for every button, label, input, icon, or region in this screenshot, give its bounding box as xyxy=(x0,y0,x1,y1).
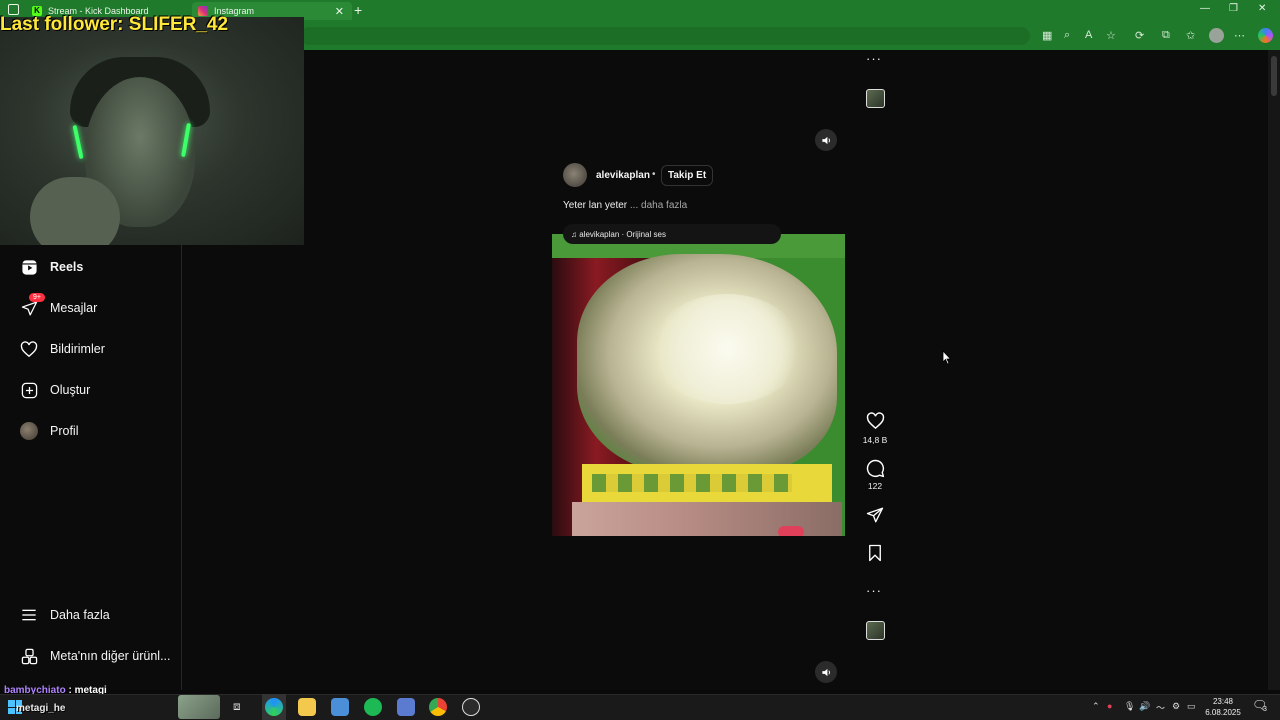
sidebar-item-more[interactable]: Daha fazla xyxy=(20,606,110,624)
refresh-icon[interactable]: ⟳ xyxy=(1135,29,1144,42)
menu-icon xyxy=(20,606,38,624)
zoom-icon[interactable]: ⌕ xyxy=(1064,29,1070,42)
network-icon[interactable]: 〜 xyxy=(1156,701,1165,714)
create-icon xyxy=(20,381,38,399)
caption-more-link[interactable]: ... daha fazla xyxy=(630,200,687,211)
sidebar-item-label: Bildirimler xyxy=(50,342,105,356)
sidebar-item-messages[interactable]: 9+ Mesajlar xyxy=(20,293,98,317)
music-note-icon: ♫ xyxy=(571,230,577,239)
caption-text: Yeter lan yeter xyxy=(563,200,628,211)
display-app-icon[interactable] xyxy=(331,698,349,716)
webcam-hand xyxy=(30,177,120,245)
favorites-icon[interactable]: ✩ xyxy=(1186,29,1195,42)
profile-avatar[interactable] xyxy=(1209,28,1224,43)
address-bar[interactable] xyxy=(300,27,1030,45)
notification-center-button[interactable]: 🗨 3 xyxy=(1252,698,1270,716)
profile-avatar xyxy=(20,422,38,440)
sidebar-item-label: Daha fazla xyxy=(50,608,110,622)
more-options-icon[interactable]: ⋯ xyxy=(1234,29,1245,42)
extensions-icon[interactable]: ⧉ xyxy=(1162,29,1170,42)
speaker-icon xyxy=(821,668,830,676)
audio-thumbnail[interactable] xyxy=(866,621,885,640)
sidebar-item-label: Profil xyxy=(50,424,79,438)
notification-count: 3 xyxy=(1263,706,1267,713)
comment-button[interactable] xyxy=(864,459,886,483)
share-icon xyxy=(866,507,884,523)
heart-icon xyxy=(20,340,38,358)
microphone-icon[interactable]: 🎙 xyxy=(1124,701,1135,712)
webcam-overlay xyxy=(0,17,304,245)
streamer-name-overlay: metagi_he xyxy=(16,703,66,714)
comment-count: 122 xyxy=(867,481,883,491)
app-view-icon[interactable]: ▦ xyxy=(1042,29,1052,42)
mouse-cursor-icon xyxy=(942,350,952,365)
volume-button[interactable] xyxy=(815,661,837,683)
reel-video[interactable] xyxy=(552,234,845,536)
sidebar-item-notifications[interactable]: Bildirimler xyxy=(20,340,105,358)
speaker-icon[interactable]: 🔊 xyxy=(1139,701,1150,712)
separator-dot: • xyxy=(652,169,656,180)
like-count: 14,8 B xyxy=(862,435,888,445)
headset-light-left xyxy=(72,124,84,160)
audio-thumbnail[interactable] xyxy=(866,89,885,108)
sidebar-item-label: Meta'nın diğer ürünl... xyxy=(50,649,171,663)
sidebar-item-label: Mesajlar xyxy=(50,301,98,315)
comment-icon xyxy=(866,459,884,478)
tray-app-icon[interactable]: ● xyxy=(1107,701,1112,711)
sidebar-item-label: Reels xyxy=(50,260,84,274)
like-button[interactable] xyxy=(864,412,886,435)
battery-icon[interactable]: ▭ xyxy=(1187,701,1196,712)
meta-apps-icon xyxy=(20,647,38,665)
speaker-icon xyxy=(821,136,830,144)
file-explorer-icon[interactable] xyxy=(298,698,316,716)
scrollbar-thumb[interactable] xyxy=(1271,56,1277,96)
favorite-star-icon[interactable]: ☆ xyxy=(1106,29,1116,42)
taskbar-clock[interactable]: 23:48 6.08.2025 xyxy=(1200,696,1246,718)
audio-label[interactable]: ♫ alevikaplan · Orijinal ses xyxy=(571,230,666,239)
new-tab-button[interactable]: + xyxy=(354,2,362,18)
clock-date: 6.08.2025 xyxy=(1205,708,1241,717)
messages-icon: 9+ xyxy=(20,293,45,317)
maximize-button[interactable]: ❐ xyxy=(1229,3,1238,14)
settings-icon[interactable]: ⚙ xyxy=(1172,701,1180,712)
post-caption: Yeter lan yeter ... daha fazla xyxy=(563,200,687,211)
sidebar-item-reels[interactable]: Reels xyxy=(20,258,83,276)
audio-text: alevikaplan · Orijinal ses xyxy=(579,230,666,239)
last-follower-alert: Last follower: SLIFER_42 xyxy=(0,14,229,35)
close-window-button[interactable]: ✕ xyxy=(1258,3,1266,14)
save-button[interactable] xyxy=(864,544,886,567)
spotify-icon[interactable] xyxy=(364,698,382,716)
taskbar-search-thumbnail[interactable] xyxy=(178,695,220,719)
calculator-icon[interactable] xyxy=(397,698,415,716)
more-options-icon[interactable]: ··· xyxy=(866,51,882,66)
chrome-icon[interactable] xyxy=(429,698,447,716)
task-view-icon[interactable]: ⧈ xyxy=(233,699,241,714)
post-author-avatar[interactable] xyxy=(563,163,587,187)
read-aloud-icon[interactable]: A xyxy=(1085,29,1092,41)
copilot-icon[interactable] xyxy=(1258,28,1273,43)
tray-overflow-icon[interactable]: ⌃ xyxy=(1092,701,1100,712)
minimize-button[interactable]: — xyxy=(1200,3,1210,14)
sidebar-item-meta-apps[interactable]: Meta'nın diğer ürünl... xyxy=(20,647,171,665)
scrollbar[interactable] xyxy=(1268,50,1280,690)
close-tab-icon[interactable]: ✕ xyxy=(335,5,344,18)
edge-icon[interactable] xyxy=(265,698,283,716)
share-button[interactable] xyxy=(864,506,886,529)
post-username[interactable]: alevikaplan xyxy=(596,170,650,181)
reels-icon xyxy=(20,258,38,276)
sidebar-item-profile[interactable]: Profil xyxy=(20,422,78,440)
clock-time: 23:48 xyxy=(1212,697,1234,706)
sidebar-item-create[interactable]: Oluştur xyxy=(20,381,90,399)
more-options-icon[interactable]: ··· xyxy=(866,583,882,598)
heart-icon xyxy=(866,412,884,430)
bookmark-icon xyxy=(869,544,881,562)
unread-badge: 9+ xyxy=(29,293,45,302)
sidebar-item-label: Oluştur xyxy=(50,383,91,397)
obs-icon[interactable] xyxy=(462,698,480,716)
follow-button[interactable]: Takip Et xyxy=(661,165,714,186)
volume-button[interactable] xyxy=(815,129,837,151)
